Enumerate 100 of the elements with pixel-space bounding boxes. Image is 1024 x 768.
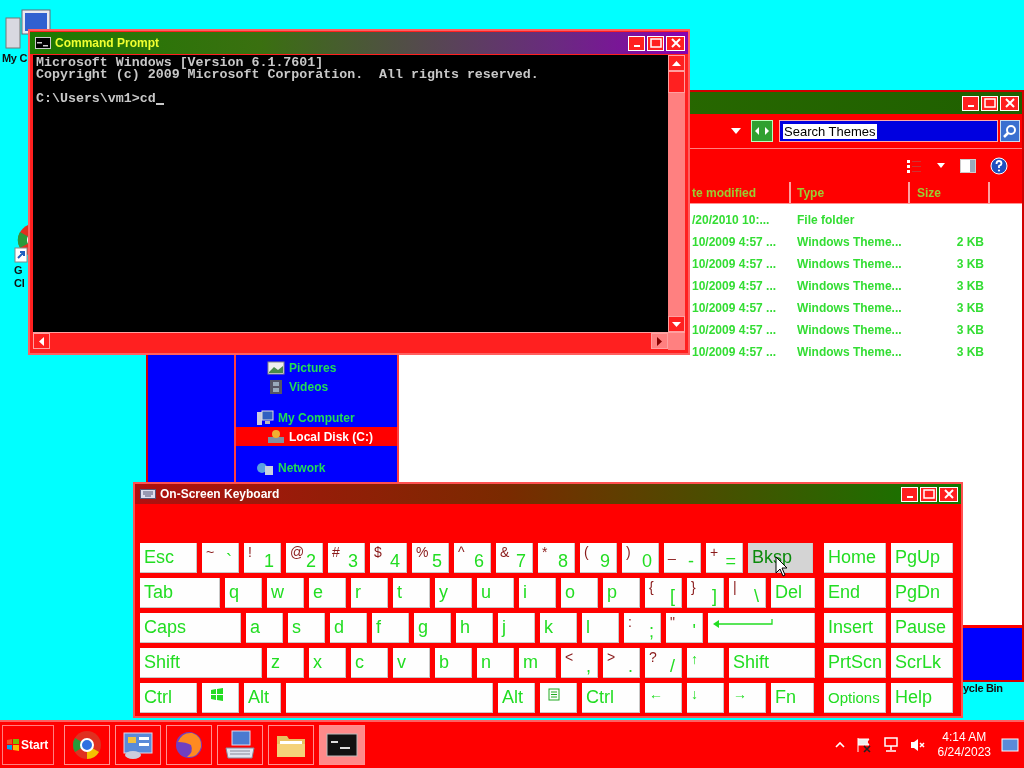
keyboard-key[interactable]: Options — [824, 683, 886, 713]
keyboard-key[interactable]: s — [288, 613, 325, 643]
keyboard-key[interactable]: | \ — [729, 578, 766, 608]
keyboard-key[interactable]: r — [351, 578, 388, 608]
horizontal-scrollbar[interactable] — [33, 332, 685, 350]
keyboard-key[interactable]: d — [330, 613, 367, 643]
keyboard-key[interactable]: @2 — [286, 543, 323, 573]
minimize-button[interactable] — [901, 486, 918, 502]
keyboard-key[interactable]: → — [729, 683, 766, 713]
keyboard-key[interactable]: o — [561, 578, 598, 608]
keyboard-key[interactable]: f — [372, 613, 409, 643]
scroll-down-button[interactable] — [668, 316, 685, 332]
speaker-muted-icon[interactable] — [909, 737, 926, 753]
keyboard-key[interactable]: n — [477, 648, 514, 678]
flag-icon[interactable] — [855, 737, 872, 753]
keyboard-key[interactable]: ^ 6 — [454, 543, 491, 573]
search-button[interactable] — [1000, 120, 1020, 142]
scroll-up-button[interactable] — [668, 55, 685, 71]
keyboard-key[interactable]: t — [393, 578, 430, 608]
start-button[interactable]: Start — [2, 725, 54, 765]
keyboard-key[interactable]: & 7 — [496, 543, 533, 573]
keyboard-key[interactable]: v — [393, 648, 430, 678]
view-options-icon[interactable] — [906, 157, 922, 174]
navigation-item[interactable]: Network — [236, 458, 397, 477]
keyboard-key[interactable]: j — [498, 613, 535, 643]
refresh-button[interactable] — [751, 120, 773, 142]
keyboard-key[interactable]: ? / — [645, 648, 682, 678]
keyboard-key[interactable]: # 3 — [328, 543, 365, 573]
keyboard-key[interactable]: q — [225, 578, 262, 608]
close-button[interactable] — [939, 486, 958, 502]
scroll-left-button[interactable] — [33, 333, 50, 349]
dropdown-caret-icon[interactable] — [936, 162, 946, 169]
close-button[interactable] — [1000, 95, 1019, 111]
keyboard-key[interactable]: Caps — [140, 613, 241, 643]
keyboard-key[interactable]: $ 4 — [370, 543, 407, 573]
keyboard-key[interactable]: a — [246, 613, 283, 643]
resize-grip[interactable] — [668, 333, 685, 350]
keyboard-key[interactable]: ! 1 — [244, 543, 281, 573]
column-header[interactable]: Type — [791, 182, 910, 203]
navigation-item[interactable]: Pictures — [236, 358, 397, 377]
maximize-button[interactable] — [920, 486, 937, 502]
scroll-right-button[interactable] — [651, 333, 668, 349]
keyboard-key[interactable]: Tab — [140, 578, 220, 608]
close-button[interactable] — [666, 35, 685, 51]
keyboard-key[interactable]: Alt — [244, 683, 281, 713]
keyboard-key[interactable]: > . — [603, 648, 640, 678]
keyboard-key[interactable]: % 5 — [412, 543, 449, 573]
keyboard-key[interactable]: z — [267, 648, 304, 678]
clock[interactable]: 4:14 AM 6/24/2023 — [937, 730, 991, 760]
keyboard-key[interactable]: Pause — [891, 613, 953, 643]
keyboard-key[interactable]: : ; — [624, 613, 661, 643]
keyboard-key[interactable]: w — [267, 578, 304, 608]
keyboard-key[interactable]: Del — [771, 578, 815, 608]
show-desktop-icon[interactable] — [1001, 737, 1019, 753]
minimize-button[interactable] — [962, 95, 979, 111]
keyboard-key[interactable]: Shift — [140, 648, 262, 678]
keyboard-key[interactable]: ~ ` — [202, 543, 239, 573]
keyboard-key[interactable]: l — [582, 613, 619, 643]
scroll-thumb[interactable] — [668, 71, 685, 93]
help-icon[interactable] — [990, 156, 1008, 175]
console-area[interactable]: Microsoft Windows [Version 6.1.7601] Copyright (c) 2009 Microsoft Corporation. All rights reserved. C:\Users\vm1>cd — [33, 55, 668, 332]
keyboard-key[interactable]: ← — [645, 683, 682, 713]
chevron-up-icon[interactable] — [834, 740, 845, 750]
keyboard-key[interactable]: ( 9 — [580, 543, 617, 573]
keyboard-key[interactable]: ↓ — [687, 683, 724, 713]
keyboard-key[interactable]: Alt — [498, 683, 535, 713]
keyboard-key[interactable]: e — [309, 578, 346, 608]
keyboard-key[interactable]: End — [824, 578, 886, 608]
keyboard-key[interactable]: Esc — [140, 543, 197, 573]
keyboard-key[interactable]: ) 0 — [622, 543, 659, 573]
keyboard-key[interactable]: x — [309, 648, 346, 678]
keyboard-key[interactable]: Ctrl — [140, 683, 197, 713]
keyboard-key[interactable]: Home — [824, 543, 886, 573]
keyboard-key[interactable]: * 8 — [538, 543, 575, 573]
search-field[interactable]: Search Themes — [779, 120, 998, 142]
keyboard-key[interactable]: Shift — [729, 648, 815, 678]
keyboard-key[interactable]: Help — [891, 683, 953, 713]
taskbar-button[interactable] — [115, 725, 161, 765]
keyboard-key[interactable]: Fn — [771, 683, 814, 713]
keyboard-key[interactable]: PrtScn — [824, 648, 886, 678]
keyboard-key[interactable]: { [ — [645, 578, 682, 608]
taskbar-button[interactable] — [268, 725, 314, 765]
keyboard-key[interactable]: PgUp — [891, 543, 953, 573]
vertical-scrollbar[interactable] — [668, 55, 685, 332]
keyboard-key[interactable]: PgDn — [891, 578, 953, 608]
navigation-item[interactable]: Local Disk (C:) — [236, 427, 397, 446]
keyboard-key[interactable]: Insert — [824, 613, 886, 643]
keyboard-key[interactable]: b — [435, 648, 472, 678]
dropdown-caret-icon[interactable] — [730, 127, 742, 135]
network-icon[interactable] — [882, 737, 899, 753]
keyboard-key[interactable]: g — [414, 613, 451, 643]
taskbar-button[interactable] — [319, 725, 365, 765]
maximize-button[interactable] — [981, 95, 998, 111]
taskbar-button[interactable] — [217, 725, 263, 765]
keyboard-key[interactable]: i — [519, 578, 556, 608]
keyboard-key[interactable]: < , — [561, 648, 598, 678]
keyboard-key[interactable]: y — [435, 578, 472, 608]
keyboard-key[interactable]: u — [477, 578, 514, 608]
keyboard-key[interactable]: c — [351, 648, 388, 678]
taskbar-button[interactable] — [64, 725, 110, 765]
